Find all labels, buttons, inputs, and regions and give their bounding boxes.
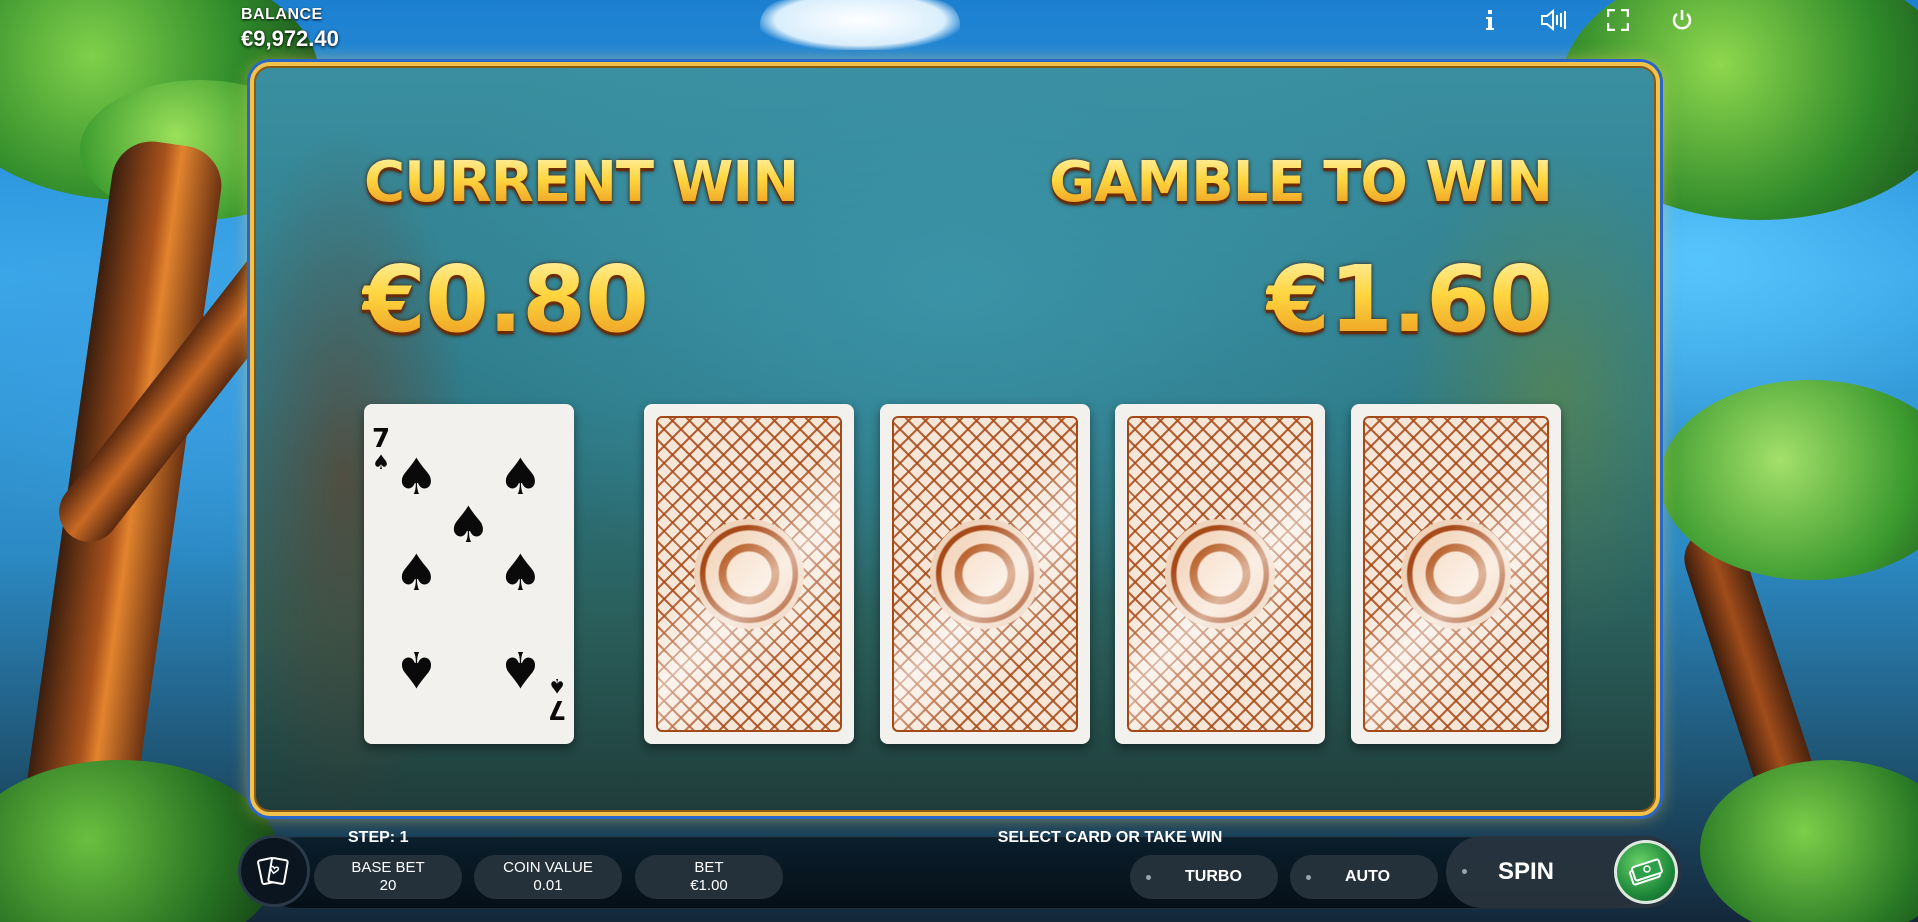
- bet-label: BET: [694, 859, 724, 876]
- turbo-toggle[interactable]: TURBO: [1130, 855, 1278, 899]
- control-bar-background: [260, 837, 1650, 909]
- base-bet-value: 20: [379, 877, 397, 894]
- current-win-amount: €0.80: [362, 246, 649, 353]
- face-down-card-1[interactable]: [644, 404, 854, 744]
- foliage: [1700, 760, 1918, 922]
- balance-value: €9,972.40: [241, 26, 339, 51]
- spade-icon: ♠: [547, 674, 566, 698]
- info-icon[interactable]: [1474, 8, 1506, 32]
- cloud: [760, 0, 960, 50]
- spin-button[interactable]: SPIN: [1446, 836, 1682, 908]
- cards-icon: [257, 856, 289, 886]
- card-back-pattern: [656, 416, 842, 732]
- toggle-indicator-icon: [1306, 874, 1311, 880]
- spade-icon: ♠: [498, 640, 543, 698]
- card-back-emblem-icon: [1165, 519, 1275, 629]
- face-down-card-4[interactable]: [1351, 404, 1561, 744]
- bet-selector[interactable]: BET €1.00: [635, 855, 783, 899]
- gamble-to-win-label: GAMBLE TO WIN: [1049, 150, 1553, 215]
- card-rank: 7: [547, 694, 566, 724]
- spade-icon: ♠: [394, 544, 439, 602]
- bottom-control-bar: STEP: 1 SELECT CARD OR TAKE WIN BASE BET…: [230, 825, 1682, 922]
- spade-icon: ♠: [394, 448, 439, 506]
- sound-icon[interactable]: [1538, 8, 1570, 32]
- card-back-pattern: [892, 416, 1078, 732]
- take-win-money-icon[interactable]: [1614, 840, 1678, 904]
- gamble-to-win-amount: €1.60: [1265, 246, 1553, 353]
- balance-display: BALANCE €9,972.40: [241, 6, 339, 52]
- gamble-history-button[interactable]: [238, 835, 310, 907]
- card-back-pattern: [1127, 416, 1313, 732]
- spade-icon: ♠: [394, 640, 439, 698]
- top-toolbar: [1474, 8, 1698, 32]
- toggle-indicator-icon: [1146, 874, 1151, 880]
- balance-label: BALANCE: [241, 6, 323, 23]
- spade-icon: ♠: [498, 448, 543, 506]
- power-icon[interactable]: [1666, 8, 1698, 32]
- status-message: SELECT CARD OR TAKE WIN: [997, 829, 1223, 846]
- spin-label: SPIN: [1498, 858, 1555, 885]
- autoplay-toggle[interactable]: AUTO: [1290, 855, 1438, 899]
- dealer-card: 7 ♠ ♠ ♠ ♠ ♠ ♠ ♠ ♠ 7 ♠: [364, 404, 574, 744]
- card-back-pattern: [1363, 416, 1549, 732]
- gamble-step-indicator: STEP: 1: [348, 829, 409, 846]
- card-rank: 7: [372, 424, 391, 454]
- coin-value-value: 0.01: [533, 877, 563, 894]
- bet-value: €1.00: [690, 877, 728, 894]
- card-back-emblem-icon: [1401, 519, 1511, 629]
- card-back-emblem-icon: [930, 519, 1040, 629]
- toggle-indicator-icon: [1462, 869, 1467, 874]
- turbo-label: TURBO: [1185, 868, 1242, 885]
- current-win-label: CURRENT WIN: [364, 150, 799, 215]
- card-corner-index: 7 ♠: [372, 426, 390, 472]
- gamble-panel: CURRENT WIN GAMBLE TO WIN €0.80 €1.60 7 …: [250, 62, 1660, 816]
- face-down-card-2[interactable]: [880, 404, 1090, 744]
- card-back-emblem-icon: [694, 519, 804, 629]
- base-bet-label: BASE BET: [351, 859, 425, 876]
- card-corner-index: 7 ♠: [547, 674, 566, 724]
- spade-icon: ♠: [372, 450, 391, 474]
- spade-icon: ♠: [498, 544, 543, 602]
- auto-label: AUTO: [1345, 868, 1391, 885]
- face-down-card-3[interactable]: [1115, 404, 1325, 744]
- base-bet-selector[interactable]: BASE BET 20: [314, 855, 462, 899]
- coin-value-selector[interactable]: COIN VALUE 0.01: [474, 855, 622, 899]
- spade-icon: ♠: [446, 496, 491, 554]
- coin-value-label: COIN VALUE: [503, 859, 593, 876]
- fullscreen-icon[interactable]: [1602, 8, 1634, 32]
